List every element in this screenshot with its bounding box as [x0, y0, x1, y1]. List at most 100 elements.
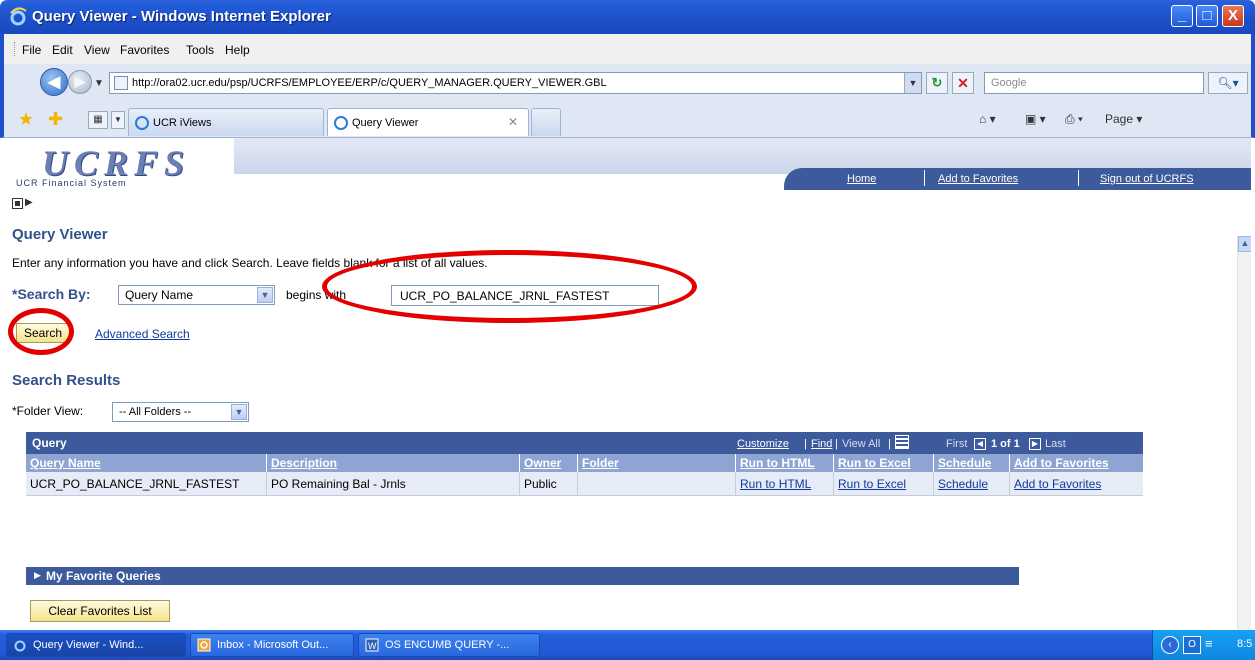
search-placeholder: Google: [991, 77, 1027, 89]
cell-owner: Public: [520, 472, 578, 496]
scroll-up-icon[interactable]: ▲: [1238, 236, 1251, 252]
clock: 8:5: [1237, 638, 1253, 650]
nav-separator: |: [835, 438, 838, 450]
favorites-star-icon[interactable]: ★: [18, 109, 34, 130]
tab-ucr-iviews[interactable]: UCR iViews: [128, 108, 324, 136]
taskbar-item-label: Query Viewer - Wind...: [33, 639, 144, 651]
column-run-to-excel: Run to Excel: [834, 454, 934, 472]
tray-outlook-icon[interactable]: O: [1183, 636, 1201, 654]
column-add-to-favorites: Add to Favorites: [1014, 456, 1109, 470]
minimize-icon: _: [1177, 7, 1187, 24]
download-grid-icon[interactable]: [895, 435, 909, 449]
run-to-excel-link[interactable]: Run to Excel: [834, 472, 934, 496]
my-favorite-queries-section[interactable]: ▶ My Favorite Queries: [26, 567, 1019, 585]
chevron-down-icon[interactable]: ▼: [257, 287, 273, 303]
quick-tabs-icon[interactable]: ▦: [88, 111, 108, 129]
system-tray: ‹ O ≡ 8:5: [1152, 630, 1255, 660]
taskbar-item-query-viewer[interactable]: Query Viewer - Wind...: [6, 633, 186, 657]
search-input[interactable]: Google: [984, 72, 1204, 94]
previous-row-icon[interactable]: ◀: [974, 438, 986, 450]
chevron-down-icon[interactable]: ▼: [231, 404, 247, 420]
recent-pages-dropdown-icon[interactable]: ▼: [94, 78, 104, 89]
query-name-input[interactable]: UCR_PO_BALANCE_JRNL_FASTEST: [391, 285, 659, 306]
link-separator: [924, 170, 925, 186]
view-all-link[interactable]: View All: [842, 438, 880, 450]
menu-help[interactable]: Help: [225, 43, 250, 57]
page-menu[interactable]: Page ▾: [1105, 112, 1142, 126]
grid-column-headers: Query Name Description Owner Folder Run …: [26, 454, 1143, 472]
next-row-icon[interactable]: ▶: [1029, 438, 1041, 450]
schedule-link[interactable]: Schedule: [934, 472, 1010, 496]
home-link[interactable]: Home: [847, 173, 876, 185]
column-query-name[interactable]: Query Name: [26, 454, 267, 472]
close-icon: X: [1227, 7, 1238, 24]
find-link[interactable]: Find: [811, 438, 832, 450]
menu-edit[interactable]: Edit: [52, 43, 73, 57]
folder-view-select[interactable]: -- All Folders -- ▼: [112, 402, 249, 422]
column-owner[interactable]: Owner: [520, 454, 578, 472]
advanced-search-link[interactable]: Advanced Search: [95, 327, 190, 341]
nav-separator: |: [888, 438, 891, 450]
internet-explorer-icon: [10, 7, 27, 26]
menu-file[interactable]: File: [22, 43, 41, 57]
taskbar-item-label: OS ENCUMB QUERY -...: [385, 639, 510, 651]
row-position: 1 of 1: [991, 438, 1020, 450]
sign-out-link[interactable]: Sign out of UCRFS: [1100, 173, 1194, 185]
table-row: UCR_PO_BALANCE_JRNL_FASTEST PO Remaining…: [26, 472, 1143, 496]
stop-button[interactable]: ✕: [952, 72, 974, 94]
search-go-button[interactable]: 🔍︎▾: [1208, 72, 1248, 94]
tab-query-viewer[interactable]: Query Viewer ✕: [327, 108, 529, 136]
cell-query-name: UCR_PO_BALANCE_JRNL_FASTEST: [26, 472, 267, 496]
tab-close-icon[interactable]: ✕: [508, 115, 518, 129]
print-icon[interactable]: ⎙ ▾: [1065, 112, 1083, 127]
address-dropdown-icon[interactable]: ▼: [904, 73, 921, 93]
maximize-icon: □: [1202, 7, 1212, 24]
run-to-html-link[interactable]: Run to HTML: [736, 472, 834, 496]
taskbar-item-label: Inbox - Microsoft Out...: [217, 639, 329, 651]
minimize-button[interactable]: _: [1171, 5, 1193, 27]
customize-link[interactable]: Customize: [737, 438, 789, 450]
window-titlebar[interactable]: Query Viewer - Windows Internet Explorer…: [0, 0, 1255, 34]
menu-tools[interactable]: Tools: [186, 43, 214, 57]
home-icon[interactable]: ⌂ ▾: [979, 112, 996, 126]
close-button[interactable]: X: [1222, 5, 1244, 27]
internet-explorer-icon: [14, 640, 26, 652]
tray-network-icon[interactable]: ≡: [1205, 636, 1213, 651]
taskbar-item-outlook[interactable]: Inbox - Microsoft Out...: [190, 633, 354, 657]
add-favorites-icon[interactable]: ✚: [48, 109, 63, 130]
page-icon: [114, 76, 128, 90]
expand-arrow-icon[interactable]: ▶: [25, 197, 33, 208]
column-folder[interactable]: Folder: [578, 454, 736, 472]
column-schedule: Schedule: [934, 454, 1010, 472]
maximize-button[interactable]: □: [1196, 5, 1218, 27]
clear-favorites-button[interactable]: Clear Favorites List: [30, 600, 170, 622]
address-input[interactable]: http://ora02.ucr.edu/psp/UCRFS/EMPLOYEE/…: [109, 72, 922, 94]
tab-list-dropdown-icon[interactable]: ▼: [111, 111, 125, 129]
back-arrow-icon: ◀: [47, 74, 61, 91]
cell-description: PO Remaining Bal - Jrnls: [267, 472, 520, 496]
refresh-button[interactable]: ↻: [926, 72, 948, 94]
forward-button[interactable]: ▶: [68, 70, 92, 94]
column-description[interactable]: Description: [267, 454, 520, 472]
folder-view-label: *Folder View:: [12, 404, 84, 418]
last-label: Last: [1045, 438, 1066, 450]
feeds-icon[interactable]: ▣ ▾: [1025, 112, 1046, 126]
operator-label: begins with: [286, 288, 347, 302]
search-by-select[interactable]: Query Name ▼: [118, 285, 275, 305]
taskbar-item-word-doc[interactable]: W OS ENCUMB QUERY -...: [358, 633, 540, 657]
menu-toggle-icon[interactable]: [12, 198, 23, 209]
new-tab-button[interactable]: [531, 108, 561, 136]
search-button[interactable]: Search: [16, 323, 70, 343]
add-to-favorites-link[interactable]: Add to Favorites: [938, 173, 1018, 185]
window-title: Query Viewer - Windows Internet Explorer: [32, 8, 331, 25]
menu-view[interactable]: View: [84, 43, 110, 57]
tray-arrow-icon[interactable]: ‹: [1161, 636, 1179, 654]
back-button[interactable]: ◀: [40, 68, 68, 96]
folder-view-value: -- All Folders --: [119, 406, 192, 418]
grid-title: Query: [32, 436, 67, 450]
vertical-scrollbar[interactable]: ▲: [1237, 236, 1251, 630]
add-to-favorites-row-link[interactable]: Add to Favorites: [1010, 472, 1143, 496]
menu-favorites[interactable]: Favorites: [120, 43, 169, 57]
first-label: First: [946, 438, 968, 450]
search-by-value: Query Name: [125, 288, 194, 302]
